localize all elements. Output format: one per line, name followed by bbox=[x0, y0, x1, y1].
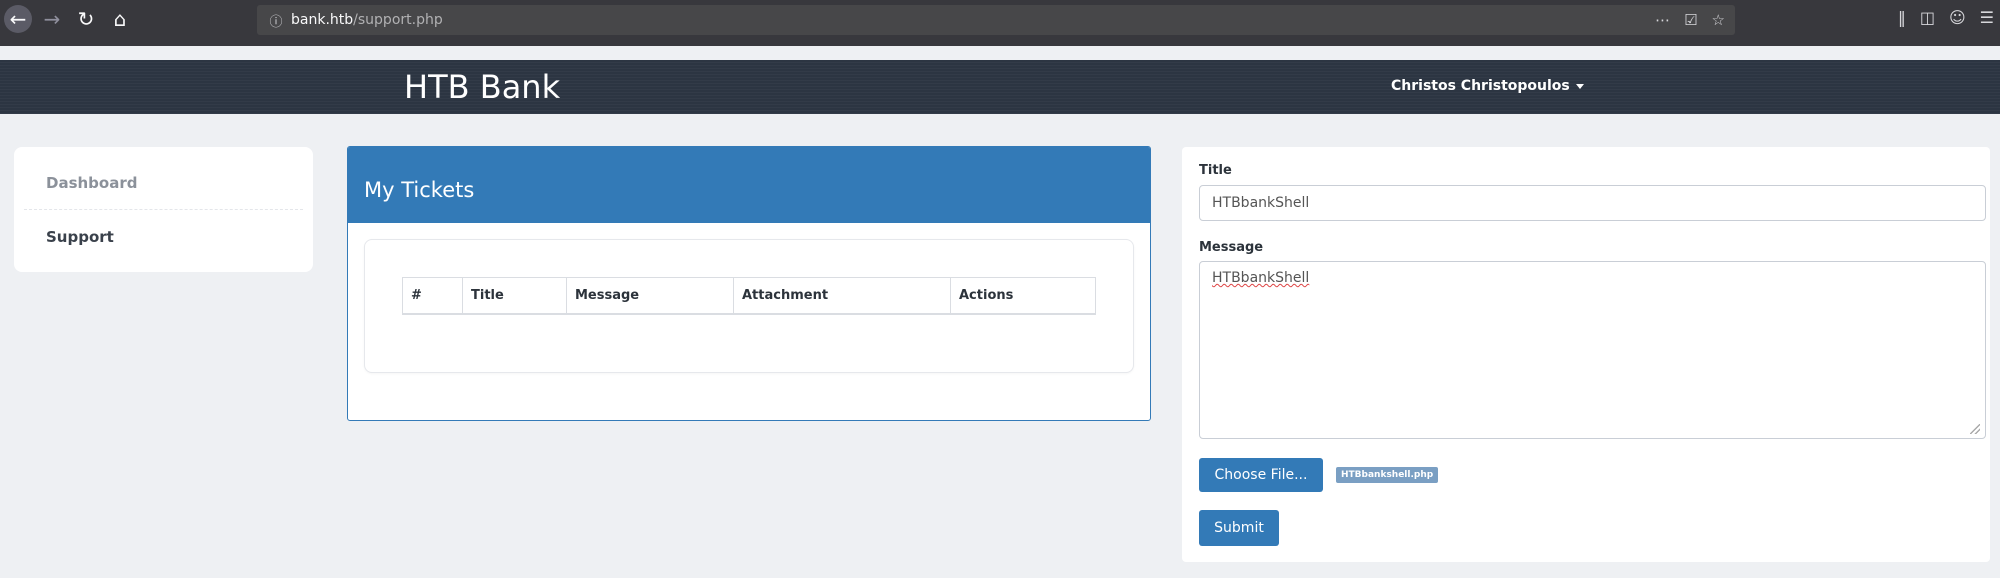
account-icon[interactable]: ☺ bbox=[1949, 8, 1966, 27]
column-header-actions: Actions bbox=[950, 277, 1096, 315]
message-textarea[interactable]: HTBbankShell bbox=[1199, 261, 1986, 439]
tickets-table: # Title Message Attachment Actions bbox=[402, 277, 1096, 315]
tickets-table-container: # Title Message Attachment Actions bbox=[364, 239, 1134, 373]
url-host: bank.htb bbox=[291, 12, 354, 28]
message-text: HTBbankShell bbox=[1212, 270, 1310, 286]
address-bar[interactable]: ⓘ bank.htb/support.php ⋯ ☑ ☆ bbox=[257, 5, 1735, 35]
choose-file-button[interactable]: Choose File... bbox=[1199, 458, 1323, 492]
forward-icon[interactable]: → bbox=[38, 5, 66, 33]
pocket-icon[interactable]: ☑ bbox=[1684, 11, 1697, 29]
sidebar-item-dashboard[interactable]: Dashboard bbox=[46, 174, 137, 192]
resize-handle[interactable] bbox=[1970, 424, 1980, 434]
back-icon[interactable]: ← bbox=[4, 5, 32, 33]
site-navbar: HTB Bank Christos Christopoulos bbox=[0, 60, 2000, 114]
sidebar: Dashboard Support bbox=[14, 147, 313, 272]
user-name: Christos Christopoulos bbox=[1391, 78, 1570, 94]
url-text[interactable]: bank.htb/support.php bbox=[291, 12, 443, 28]
browser-toolbar: ← → ↻ ⌂ ⓘ bank.htb/support.php ⋯ ☑ ☆ ‖ ◫… bbox=[0, 0, 2000, 46]
reload-icon[interactable]: ↻ bbox=[72, 5, 100, 33]
more-icon[interactable]: ⋯ bbox=[1655, 11, 1670, 29]
user-menu[interactable]: Christos Christopoulos bbox=[1391, 78, 1584, 94]
column-header-title: Title bbox=[462, 277, 567, 315]
library-icon[interactable]: ‖ bbox=[1898, 8, 1906, 27]
title-input[interactable] bbox=[1199, 185, 1986, 221]
caret-down-icon bbox=[1575, 83, 1584, 89]
sidebar-divider bbox=[24, 209, 303, 210]
column-header-attachment: Attachment bbox=[733, 277, 951, 315]
brand-logo[interactable]: HTB Bank bbox=[404, 68, 560, 106]
sidebar-icon[interactable]: ◫ bbox=[1920, 8, 1935, 27]
column-header-number: # bbox=[402, 277, 463, 315]
table-header-row: # Title Message Attachment Actions bbox=[402, 277, 1096, 315]
message-label: Message bbox=[1199, 240, 1264, 255]
submit-button[interactable]: Submit bbox=[1199, 510, 1279, 546]
tickets-panel: My Tickets # Title Message Attachment Ac… bbox=[347, 146, 1151, 421]
tickets-panel-title: My Tickets bbox=[348, 147, 1150, 223]
selected-file-name: HTBbankshell.php bbox=[1336, 467, 1439, 483]
url-path: /support.php bbox=[353, 12, 443, 28]
home-icon[interactable]: ⌂ bbox=[106, 5, 134, 33]
ticket-form: Title Message HTBbankShell Choose File..… bbox=[1182, 147, 1990, 562]
bookmark-star-icon[interactable]: ☆ bbox=[1712, 11, 1725, 29]
sidebar-item-support[interactable]: Support bbox=[46, 228, 114, 246]
hamburger-menu-icon[interactable]: ☰ bbox=[1980, 8, 1994, 27]
column-header-message: Message bbox=[566, 277, 734, 315]
title-label: Title bbox=[1199, 163, 1232, 178]
info-icon[interactable]: ⓘ bbox=[261, 11, 291, 30]
